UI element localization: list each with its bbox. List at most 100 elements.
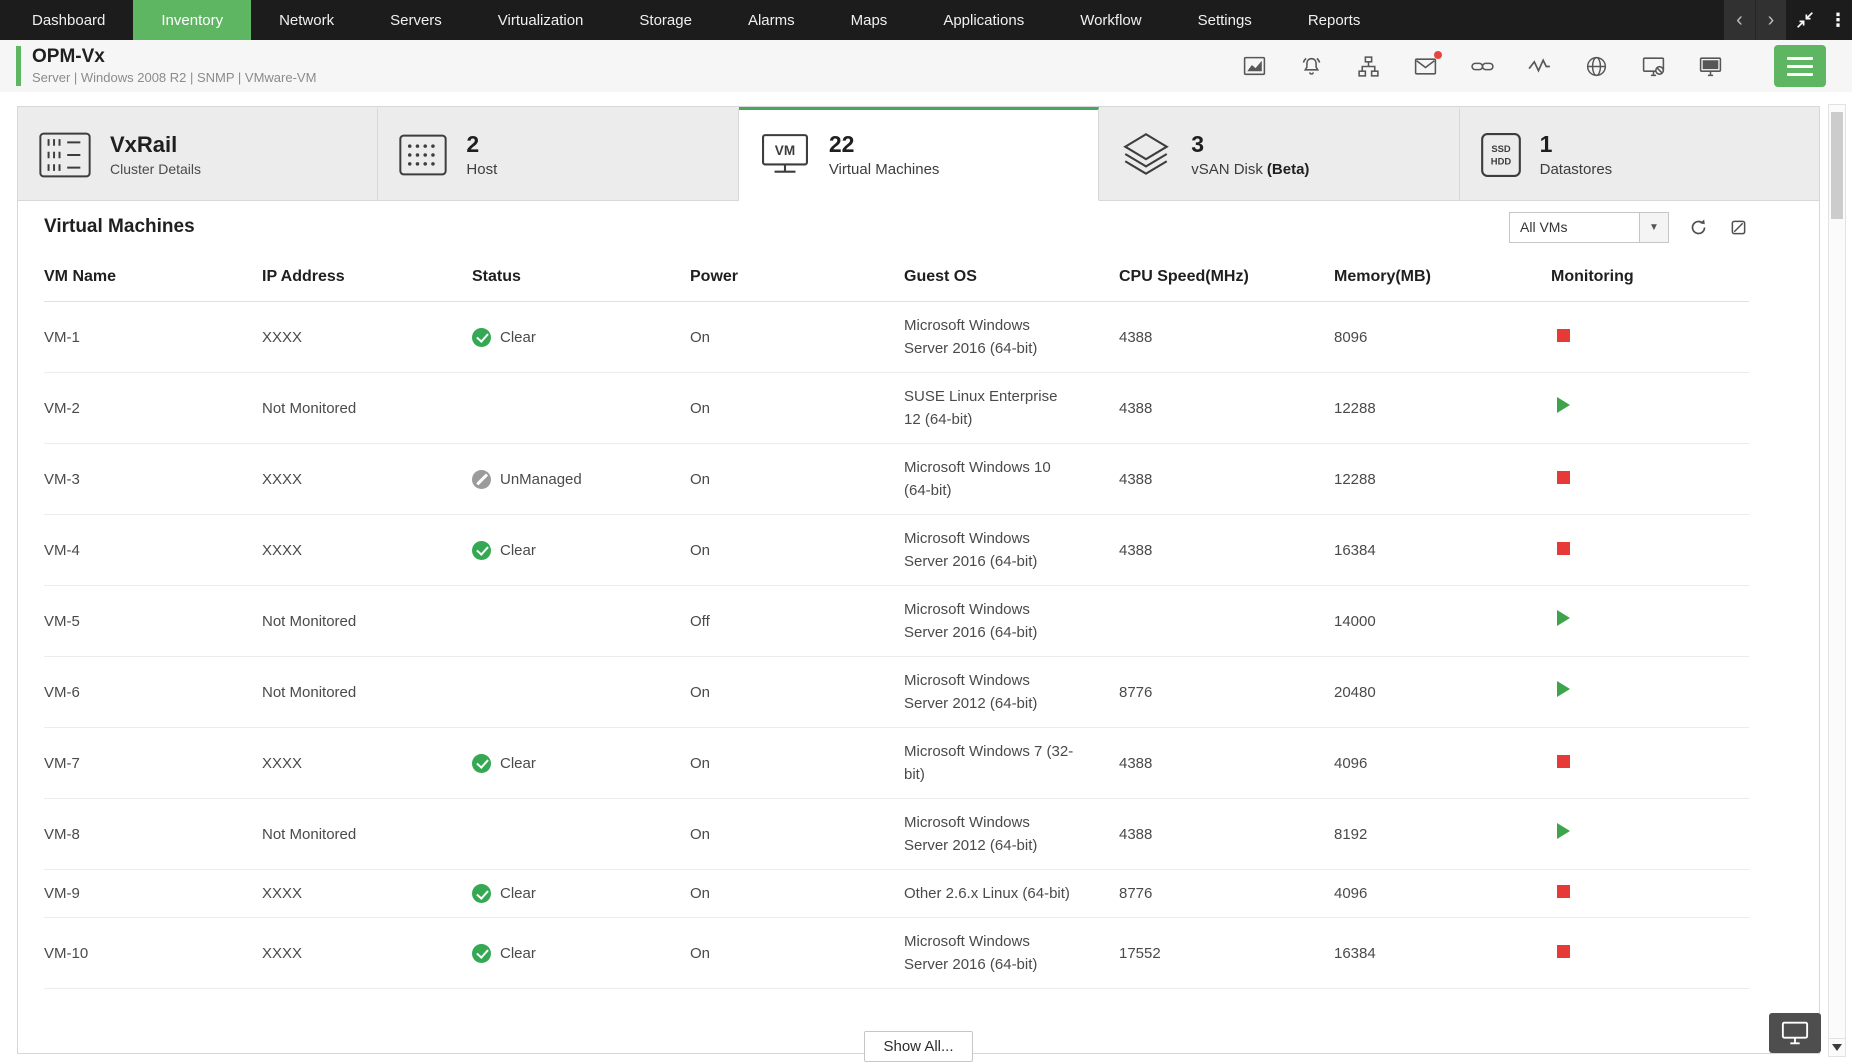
monitoring-toggle-icon[interactable] — [1557, 945, 1570, 958]
tab-virtual-machines[interactable]: VM 22 Virtual Machines — [739, 107, 1099, 201]
scrollbar-thumb[interactable] — [1831, 112, 1843, 219]
monitoring-toggle-icon[interactable] — [1557, 823, 1570, 839]
console-icon[interactable] — [1697, 53, 1723, 79]
tab-cluster-details[interactable]: VxRail Cluster Details — [18, 107, 378, 201]
link-icon[interactable] — [1469, 53, 1495, 79]
monitor-off-icon[interactable] — [1640, 53, 1666, 79]
performance-chart-icon[interactable] — [1241, 53, 1267, 79]
cancel-icon[interactable] — [1727, 216, 1749, 238]
monitoring-toggle-icon[interactable] — [1557, 471, 1570, 484]
vm-filter-dropdown[interactable]: All VMs — [1509, 212, 1669, 243]
vm-name-cell[interactable]: VM-3 — [44, 444, 262, 515]
nav-item-inventory[interactable]: Inventory — [133, 0, 251, 40]
vm-name-cell[interactable]: VM-9 — [44, 870, 262, 918]
screen-share-button[interactable] — [1769, 1013, 1821, 1053]
vm-count: 22 — [829, 132, 940, 157]
chevron-down-icon — [1639, 213, 1668, 242]
nav-item-virtualization[interactable]: Virtualization — [470, 0, 612, 40]
power-cell: On — [690, 728, 904, 799]
collapse-icon[interactable] — [1786, 0, 1824, 40]
monitoring-cell[interactable] — [1551, 870, 1749, 918]
table-row[interactable]: VM-3 XXXX UnManaged On Microsoft Windows… — [44, 444, 1749, 515]
power-cell: On — [690, 870, 904, 918]
tab-hosts[interactable]: 2 Host — [378, 107, 738, 201]
monitoring-toggle-icon[interactable] — [1557, 329, 1570, 342]
memory-cell: 4096 — [1334, 870, 1551, 918]
ip-cell: XXXX — [262, 515, 472, 586]
guest-os-cell: Microsoft Windows Server 2016 (64-bit) — [904, 302, 1119, 373]
menu-button[interactable] — [1774, 45, 1826, 87]
nav-item-network[interactable]: Network — [251, 0, 362, 40]
nav-item-settings[interactable]: Settings — [1170, 0, 1280, 40]
chevron-right-icon[interactable]: › — [1755, 0, 1786, 40]
vm-name-cell[interactable]: VM-8 — [44, 799, 262, 870]
table-row[interactable]: VM-4 XXXX Clear On Microsoft Windows Ser… — [44, 515, 1749, 586]
guest-os-cell: Other 2.6.x Linux (64-bit) — [904, 870, 1119, 918]
monitoring-toggle-icon[interactable] — [1557, 755, 1570, 768]
memory-cell: 16384 — [1334, 515, 1551, 586]
vm-name-cell[interactable]: VM-6 — [44, 657, 262, 728]
monitoring-cell[interactable] — [1551, 515, 1749, 586]
vm-name-cell[interactable]: VM-5 — [44, 586, 262, 657]
monitoring-cell[interactable] — [1551, 586, 1749, 657]
monitoring-cell[interactable] — [1551, 302, 1749, 373]
memory-cell: 8096 — [1334, 302, 1551, 373]
globe-icon[interactable] — [1583, 53, 1609, 79]
alarm-icon[interactable] — [1298, 53, 1324, 79]
nav-item-storage[interactable]: Storage — [611, 0, 720, 40]
monitoring-cell[interactable] — [1551, 799, 1749, 870]
device-accent-bar — [16, 46, 21, 86]
vm-name-cell[interactable]: VM-7 — [44, 728, 262, 799]
guest-os-cell: Microsoft Windows Server 2016 (64-bit) — [904, 918, 1119, 989]
device-title-block: OPM-Vx Server | Windows 2008 R2 | SNMP |… — [32, 47, 316, 86]
vm-name-cell[interactable]: VM-4 — [44, 515, 262, 586]
table-row[interactable]: VM-10 XXXX Clear On Microsoft Windows Se… — [44, 918, 1749, 989]
table-row[interactable]: VM-7 XXXX Clear On Microsoft Windows 7 (… — [44, 728, 1749, 799]
monitoring-cell[interactable] — [1551, 657, 1749, 728]
nav-item-alarms[interactable]: Alarms — [720, 0, 823, 40]
ip-cell: XXXX — [262, 302, 472, 373]
nav-item-applications[interactable]: Applications — [915, 0, 1052, 40]
top-nav: DashboardInventoryNetworkServersVirtuali… — [0, 0, 1852, 40]
table-row[interactable]: VM-9 XXXX Clear On Other 2.6.x Linux (64… — [44, 870, 1749, 918]
monitoring-cell[interactable] — [1551, 918, 1749, 989]
table-row[interactable]: VM-8 Not Monitored On Microsoft Windows … — [44, 799, 1749, 870]
table-row[interactable]: VM-1 XXXX Clear On Microsoft Windows Ser… — [44, 302, 1749, 373]
status-cell: UnManaged — [472, 444, 690, 515]
nav-item-dashboard[interactable]: Dashboard — [4, 0, 133, 40]
nav-item-maps[interactable]: Maps — [823, 0, 916, 40]
nav-item-reports[interactable]: Reports — [1280, 0, 1389, 40]
table-row[interactable]: VM-6 Not Monitored On Microsoft Windows … — [44, 657, 1749, 728]
topology-icon[interactable] — [1355, 53, 1381, 79]
table-row[interactable]: VM-5 Not Monitored Off Microsoft Windows… — [44, 586, 1749, 657]
scrollbar-down-button[interactable] — [1829, 1038, 1845, 1056]
monitoring-cell[interactable] — [1551, 373, 1749, 444]
monitoring-toggle-icon[interactable] — [1557, 610, 1570, 626]
vm-name-cell[interactable]: VM-10 — [44, 918, 262, 989]
overflow-menu-icon[interactable]: ⋮ — [1824, 0, 1852, 40]
show-all-button[interactable]: Show All... — [864, 1031, 972, 1062]
vm-name-cell[interactable]: VM-2 — [44, 373, 262, 444]
chevron-left-icon[interactable]: ‹ — [1724, 0, 1755, 40]
tab-datastores[interactable]: SSD HDD 1 Datastores — [1460, 107, 1819, 201]
nav-item-workflow[interactable]: Workflow — [1052, 0, 1169, 40]
tab-vsan-disk[interactable]: 3 vSAN Disk(Beta) — [1099, 107, 1459, 201]
refresh-icon[interactable] — [1687, 216, 1709, 238]
sparkline-icon[interactable] — [1526, 53, 1552, 79]
monitoring-toggle-icon[interactable] — [1557, 681, 1570, 697]
status-icon — [472, 328, 491, 347]
table-row[interactable]: VM-2 Not Monitored On SUSE Linux Enterpr… — [44, 373, 1749, 444]
col-ip-address: IP Address — [262, 253, 472, 302]
nav-item-servers[interactable]: Servers — [362, 0, 470, 40]
host-count: 2 — [466, 132, 497, 157]
monitoring-cell[interactable] — [1551, 728, 1749, 799]
monitoring-toggle-icon[interactable] — [1557, 885, 1570, 898]
monitoring-toggle-icon[interactable] — [1557, 542, 1570, 555]
scrollbar[interactable] — [1828, 104, 1846, 1057]
tab-cluster-title: VxRail — [110, 133, 201, 157]
monitoring-toggle-icon[interactable] — [1557, 397, 1570, 413]
monitoring-cell[interactable] — [1551, 444, 1749, 515]
power-cell: On — [690, 515, 904, 586]
mail-icon[interactable] — [1412, 53, 1438, 79]
vm-name-cell[interactable]: VM-1 — [44, 302, 262, 373]
